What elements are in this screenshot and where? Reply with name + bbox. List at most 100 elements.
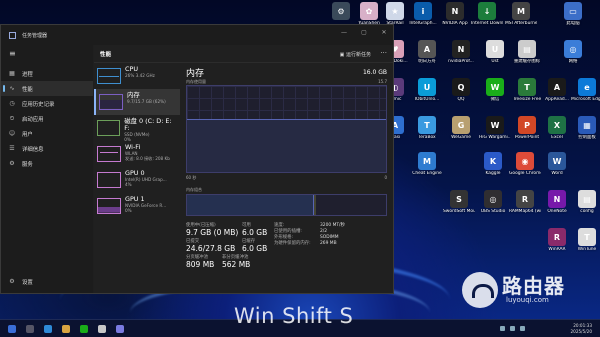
window-controls: — ▢ ✕	[339, 29, 389, 36]
app-icon[interactable]	[98, 325, 106, 333]
sidebar-item-app-history[interactable]: ◷ 应用历史记录	[1, 96, 93, 111]
desktop-shortcut[interactable]: P PowerPoint	[511, 116, 543, 140]
shortcut-label: OBS Studio	[480, 209, 506, 214]
shortcut-label: Excel	[551, 135, 563, 140]
stat-cached: 已缓存 6.0 GB	[242, 239, 268, 253]
desktop-shortcut[interactable]: A AppRead...	[541, 78, 573, 102]
device-detail: 4%	[125, 182, 132, 187]
desktop-shortcut[interactable]: T TeraBox	[411, 116, 443, 140]
title-bar[interactable]: 任务管理器	[1, 25, 393, 45]
desktop-shortcut[interactable]: ▦ 控制面板	[571, 116, 600, 140]
desktop-shortcut[interactable]: A 明日方舟	[411, 40, 443, 64]
desktop-shortcut[interactable]: R WinRAR	[541, 228, 573, 252]
app-icon: ▤	[518, 40, 536, 58]
sidebar-item-performance[interactable]: ∿ 性能	[1, 81, 93, 96]
app-icon: ⚙	[332, 2, 350, 20]
search-icon[interactable]	[26, 325, 34, 333]
desktop-shortcut[interactable]: ◎ OBS Studio	[477, 190, 509, 214]
network-icon[interactable]	[500, 326, 505, 331]
menu-icon[interactable]: ≡	[9, 49, 93, 58]
device-wifi[interactable]: Wi-Fi WLAN 发送: 8.0 接收: 208 Kb	[94, 141, 180, 167]
services-icon: ⚙	[9, 160, 15, 167]
memory-composition-bar	[186, 194, 387, 216]
app-icon: W	[486, 116, 504, 134]
sidebar-item-settings[interactable]: ⚙ 设置	[1, 274, 93, 289]
desktop-shortcut[interactable]: ▤ config	[571, 190, 600, 214]
device-disk[interactable]: 磁盘 0 (C: D: E: F: SSD (NVMe) 0%	[94, 115, 180, 142]
desktop-shortcut[interactable]: W Word	[541, 152, 573, 176]
desktop-shortcut[interactable]: ◉ Google Chrome	[509, 152, 541, 176]
desktop-shortcut[interactable]: W HiG Wargami...	[479, 116, 511, 140]
shortcut-label: WeGame	[451, 135, 471, 140]
sidebar-item-details[interactable]: ☰ 详细信息	[1, 141, 93, 156]
desktop-shortcut[interactable]: eMicrosoft Edge	[571, 78, 600, 102]
shortcut-label: WinTune	[577, 247, 597, 252]
wechat-icon[interactable]	[80, 325, 88, 333]
time-label: 60 秒	[186, 175, 197, 180]
desktop-shortcut[interactable]: ◎ 网络	[557, 40, 589, 64]
desktop-shortcut[interactable]: ↓Internet Downlo...	[471, 2, 503, 26]
desktop-shortcut[interactable]: X Excel	[541, 116, 573, 140]
edge-icon[interactable]	[44, 325, 52, 333]
shortcut-label: IntelGraph...	[409, 21, 437, 26]
sidebar-item-services[interactable]: ⚙ 服务	[1, 156, 93, 171]
desktop-shortcut[interactable]: M Cheat Engine	[411, 152, 443, 176]
shortcut-label: Kaggle	[485, 171, 501, 176]
sidebar-item-startup[interactable]: ⏲ 启动应用	[1, 111, 93, 126]
desktop-shortcut[interactable]: ▤ 重建缓存图标	[511, 40, 543, 64]
more-options-button[interactable]: ···	[380, 49, 387, 57]
maximize-button[interactable]: ▢	[359, 29, 369, 36]
desktop-shortcut[interactable]: Q QQ	[445, 78, 477, 102]
app-icon: W	[548, 152, 566, 170]
minimize-button[interactable]: —	[339, 29, 349, 36]
sidebar-item-label: 用户	[22, 131, 33, 138]
desktop-shortcut[interactable]: N NVIDIA App	[439, 2, 471, 26]
device-gpu1[interactable]: GPU 1 NVIDIA GeForce R... 0%	[94, 193, 180, 219]
desktop-shortcut[interactable]: U IObitUnlo...	[411, 78, 443, 102]
start-icon[interactable]	[8, 325, 16, 333]
device-list: CPU 26% 3.42 GHz 内存 9.7/15.7 GB (62%) 磁盘 0…	[94, 63, 180, 293]
desktop-shortcut[interactable]: RRAMMap64 (window...	[509, 190, 541, 214]
device-cpu[interactable]: CPU 26% 3.42 GHz	[94, 63, 180, 89]
desktop-shortcut[interactable]: i IntelGraph...	[407, 2, 439, 26]
sidebar-item-processes[interactable]: ▦ 进程	[1, 66, 93, 81]
desktop-shortcut[interactable]: K Kaggle	[477, 152, 509, 176]
disk-thumbnail	[97, 120, 121, 136]
memory-usage-fill	[187, 118, 386, 172]
desktop-shortcut[interactable]: NnvidiaProf...	[445, 40, 477, 64]
window-title: 任务管理器	[22, 32, 48, 39]
desktop-shortcut[interactable]: ▭ 此电脑	[557, 2, 589, 26]
shortcut-label: Internet Downlo...	[471, 21, 503, 26]
desktop-shortcut[interactable]: G WeGame	[445, 116, 477, 140]
in-use-segment	[187, 195, 315, 215]
desktop-shortcut[interactable]: N OneNote	[541, 190, 573, 214]
shortcut-label: 网络	[568, 59, 578, 64]
volume-icon[interactable]	[510, 326, 515, 331]
shortcut-label: PowerPoint	[514, 135, 540, 140]
cpu-thumbnail	[97, 68, 121, 84]
clock[interactable]: 20:01:33 2025/5/20	[571, 323, 592, 334]
desktop-shortcut[interactable]: W 微信	[479, 78, 511, 102]
app-icon: G	[452, 116, 470, 134]
task-manager-window[interactable]: 任务管理器 — ▢ ✕ ≡ ▦ 进程 ∿ 性能 ◷ 应用历史记录 ⏲ 启动应用 …	[0, 24, 394, 294]
sidebar-item-label: 服务	[22, 161, 33, 168]
sidebar-item-users[interactable]: ☺ 用户	[1, 126, 93, 141]
close-button[interactable]: ✕	[379, 29, 389, 36]
app-icon: U	[418, 78, 436, 96]
desktop-shortcut[interactable]: T Treesize Free	[511, 78, 543, 102]
desktop-shortcut[interactable]: T WinTune	[571, 228, 600, 252]
run-new-task-button[interactable]: ▣ 运行新任务	[340, 51, 371, 58]
desktop-shortcut[interactable]: SSwordSoft Mousetrack	[443, 190, 475, 214]
device-gpu0[interactable]: GPU 0 Intel(R) UHD Grap... 4%	[94, 167, 180, 193]
shortcut-label: Cheat Engine	[412, 171, 442, 176]
stat-committed: 已提交 24.6/27.8 GB	[186, 239, 236, 253]
task-manager-taskbar-icon[interactable]	[116, 325, 124, 333]
desktop-shortcut[interactable]: M MSI Afterburner	[505, 2, 537, 26]
desktop-shortcut[interactable]: U Ust	[479, 40, 511, 64]
device-memory[interactable]: 内存 9.7/15.7 GB (62%)	[94, 89, 180, 115]
app-icon: W	[486, 78, 504, 96]
shortcut-label: IObitUnlo...	[414, 97, 440, 102]
folder-icon[interactable]	[62, 325, 70, 333]
battery-icon[interactable]	[520, 326, 525, 331]
stat-in-use: 使用中(已压缩) 9.7 GB (0 MB)	[186, 223, 239, 237]
